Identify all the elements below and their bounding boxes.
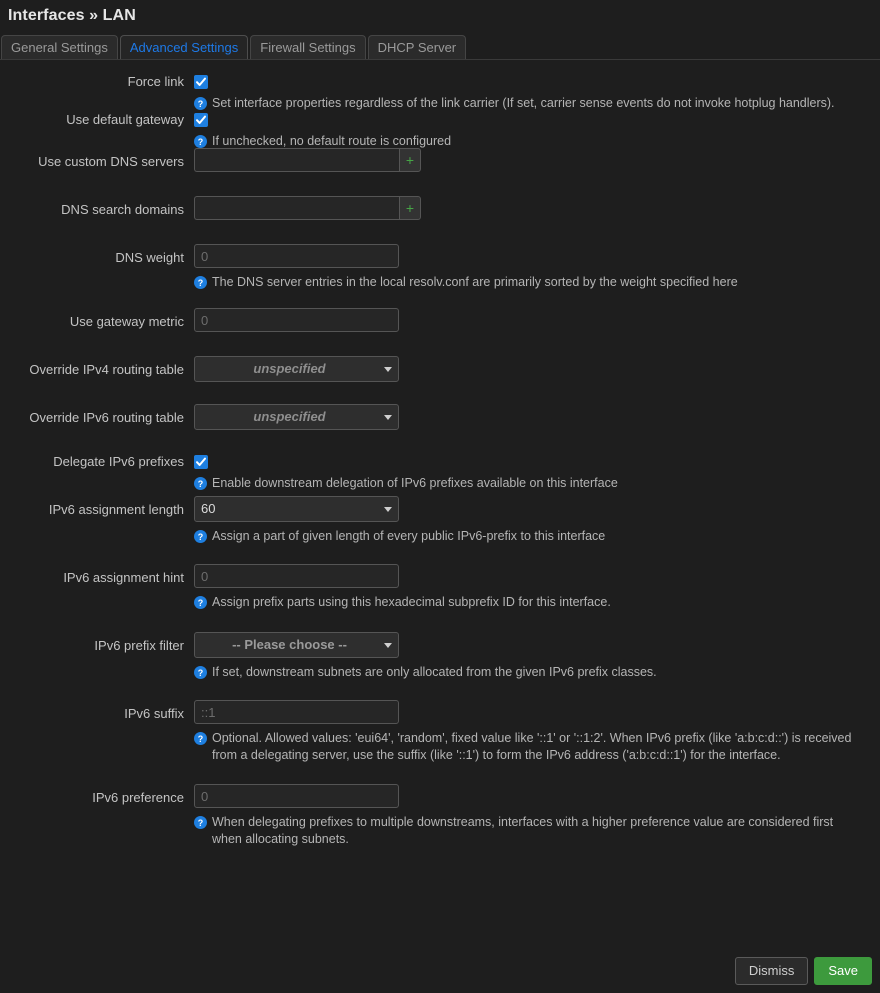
field-row-custom-dns-servers: Use custom DNS servers + [0,148,880,196]
help-text: Assign a part of given length of every p… [212,529,606,543]
add-custom-dns-server-button[interactable]: + [399,148,421,172]
form-actions: Dismiss Save [734,957,872,985]
field-row-ipv6-assignment-length: IPv6 assignment length 60 ? Assign a par… [0,496,880,564]
help-icon: ? [194,276,207,289]
tab-firewall-settings[interactable]: Firewall Settings [250,35,366,59]
svg-text:?: ? [198,479,203,489]
dismiss-button[interactable]: Dismiss [734,957,809,985]
help-text: Assign prefix parts using this hexadecim… [212,595,611,609]
svg-text:?: ? [198,734,203,744]
override-ipv4-table-select[interactable]: unspecified [194,356,399,382]
tab-general-settings[interactable]: General Settings [1,35,118,59]
ipv6-prefix-filter-value: -- Please choose -- [232,637,347,652]
field-row-ipv6-assignment-hint: IPv6 assignment hint ? Assign prefix par… [0,564,880,632]
label-delegate-ipv6-prefixes: Delegate IPv6 prefixes [53,454,184,469]
label-override-ipv6-table: Override IPv6 routing table [29,410,184,425]
help-icon: ? [194,477,207,491]
chevron-down-icon [384,506,392,512]
help-dns-weight: ? The DNS server entries in the local re… [194,274,866,291]
help-icon: ? [194,596,207,609]
help-icon: ? [194,530,207,543]
ipv6-assignment-length-value: 60 [201,501,216,516]
dns-search-domains-group: + [194,196,421,220]
help-text: The DNS server entries in the local reso… [212,275,738,289]
svg-text:?: ? [198,598,203,608]
ipv6-assignment-length-select[interactable]: 60 [194,496,399,522]
field-row-ipv6-suffix: IPv6 suffix ? Optional. Allowed values: … [0,700,880,784]
svg-text:?: ? [198,278,203,288]
dns-search-domains-input[interactable] [194,196,399,220]
svg-text:?: ? [198,668,203,678]
field-row-gateway-metric: Use gateway metric [0,308,880,356]
label-ipv6-suffix: IPv6 suffix [124,706,184,721]
help-text: When delegating prefixes to multiple dow… [212,815,834,846]
tab-advanced-settings[interactable]: Advanced Settings [119,35,249,59]
help-delegate-ipv6-prefixes: ? Enable downstream delegation of IPv6 p… [194,475,866,492]
field-row-force-link: Force link ? Set interface properties re… [0,72,880,111]
help-icon: ? [194,732,207,745]
override-ipv6-table-value: unspecified [253,409,326,424]
help-ipv6-preference: ? When delegating prefixes to multiple d… [194,814,866,848]
ipv6-assignment-hint-input[interactable] [194,564,399,588]
tab-bar: General Settings Advanced Settings Firew… [0,35,880,60]
svg-text:?: ? [198,532,203,542]
delegate-ipv6-prefixes-checkbox[interactable] [194,455,208,470]
label-use-default-gateway: Use default gateway [66,112,184,127]
label-gateway-metric: Use gateway metric [69,314,184,329]
ipv6-prefix-filter-select[interactable]: -- Please choose -- [194,632,399,658]
help-icon: ? [194,97,207,111]
help-text: Enable downstream delegation of IPv6 pre… [212,476,618,491]
field-row-ipv6-prefix-filter: IPv6 prefix filter -- Please choose -- ?… [0,632,880,700]
help-ipv6-suffix: ? Optional. Allowed values: 'eui64', 'ra… [194,730,866,764]
custom-dns-servers-group: + [194,148,421,172]
ipv6-preference-input[interactable] [194,784,399,808]
help-ipv6-assignment-hint: ? Assign prefix parts using this hexadec… [194,594,866,611]
help-icon: ? [194,666,207,679]
chevron-down-icon [384,642,392,648]
force-link-checkbox[interactable] [194,75,208,90]
svg-text:?: ? [198,818,203,828]
gateway-metric-input[interactable] [194,308,399,332]
help-ipv6-prefix-filter: ? If set, downstream subnets are only al… [194,664,866,681]
ipv6-suffix-input[interactable] [194,700,399,724]
field-row-delegate-ipv6-prefixes: Delegate IPv6 prefixes ? Enable downstre… [0,452,880,496]
field-row-dns-weight: DNS weight ? The DNS server entries in t… [0,244,880,308]
label-ipv6-prefix-filter: IPv6 prefix filter [94,638,184,653]
field-row-dns-search-domains: DNS search domains + [0,196,880,244]
label-dns-weight: DNS weight [115,250,184,265]
tab-dhcp-server[interactable]: DHCP Server [367,35,467,59]
svg-text:?: ? [198,137,203,147]
svg-text:?: ? [198,99,203,109]
label-ipv6-assignment-hint: IPv6 assignment hint [63,570,184,585]
help-icon: ? [194,135,207,149]
field-row-ipv6-preference: IPv6 preference ? When delegating prefix… [0,784,880,852]
dns-weight-input[interactable] [194,244,399,268]
label-ipv6-assignment-length: IPv6 assignment length [48,502,184,517]
field-row-use-default-gateway: Use default gateway ? If unchecked, no d… [0,110,880,149]
custom-dns-servers-input[interactable] [194,148,399,172]
help-icon: ? [194,816,207,829]
override-ipv6-table-select[interactable]: unspecified [194,404,399,430]
label-ipv6-preference: IPv6 preference [92,790,184,805]
help-ipv6-assignment-length: ? Assign a part of given length of every… [194,528,866,545]
save-button[interactable]: Save [814,957,872,985]
chevron-down-icon [384,366,392,372]
label-dns-search-domains: DNS search domains [61,202,184,217]
label-custom-dns-servers: Use custom DNS servers [38,154,184,169]
use-default-gateway-checkbox[interactable] [194,113,208,128]
label-force-link: Force link [127,74,184,89]
override-ipv4-table-value: unspecified [253,361,326,376]
advanced-settings-form: Force link ? Set interface properties re… [0,60,880,852]
field-row-override-ipv6-table: Override IPv6 routing table unspecified [0,404,880,452]
help-text: Optional. Allowed values: 'eui64', 'rand… [212,731,852,762]
add-dns-search-domain-button[interactable]: + [399,196,421,220]
page-title: Interfaces » LAN [8,7,136,24]
label-override-ipv4-table: Override IPv4 routing table [29,362,184,377]
chevron-down-icon [384,414,392,420]
help-text: If set, downstream subnets are only allo… [212,665,657,679]
field-row-override-ipv4-table: Override IPv4 routing table unspecified [0,356,880,404]
